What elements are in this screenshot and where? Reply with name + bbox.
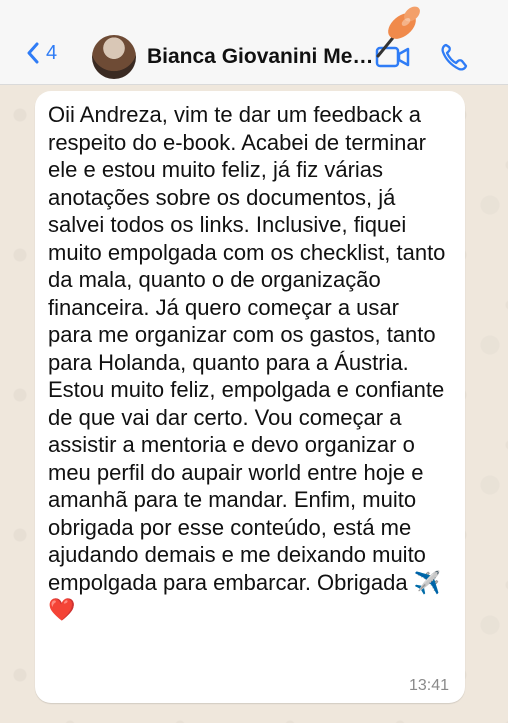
- avatar[interactable]: [92, 35, 136, 79]
- chevron-left-icon: [27, 42, 39, 64]
- push-pin-icon: [376, 6, 420, 58]
- chat-area[interactable]: Oii Andreza, vim te dar um feedback a re…: [0, 85, 508, 723]
- message-time: 13:41: [408, 677, 449, 694]
- back-button[interactable]: 4: [26, 42, 57, 64]
- chat-header: 4 Bianca Giovanini Men...: [0, 0, 508, 84]
- unread-count: 4: [46, 42, 58, 64]
- message-text: Oii Andreza, vim te dar um feedback a re…: [48, 102, 446, 622]
- phone-icon[interactable]: [440, 42, 468, 72]
- contact-name[interactable]: Bianca Giovanini Men...: [147, 45, 377, 69]
- message-bubble[interactable]: Oii Andreza, vim te dar um feedback a re…: [35, 91, 465, 703]
